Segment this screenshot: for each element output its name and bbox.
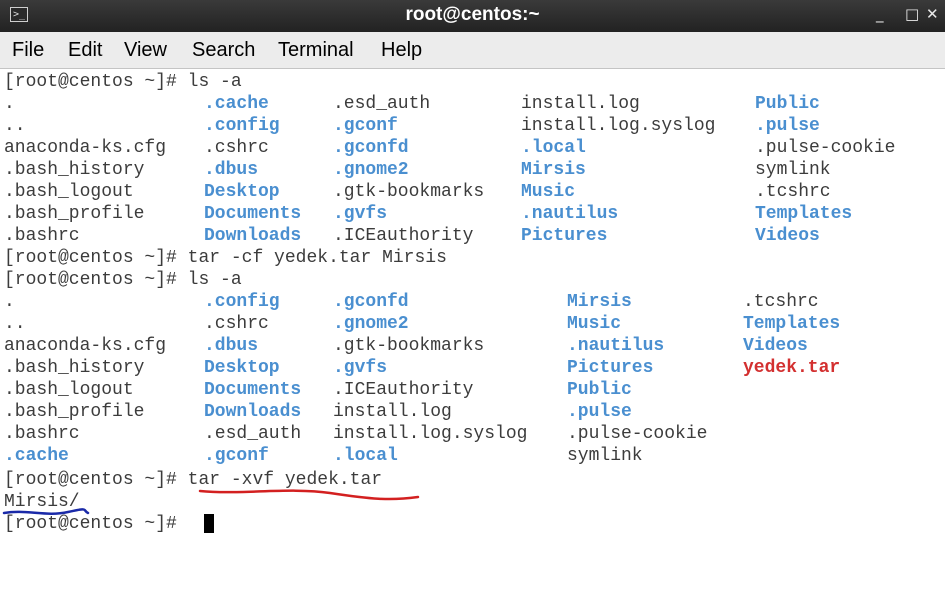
directory-entry: Music [567,314,622,334]
file-entry: symlink [755,160,831,180]
directory-entry: Desktop [204,358,280,378]
file-entry: .bash_logout [4,182,134,202]
terminal-window: >_ root@centos:~ _ □ ✕ File Edit View Se… [0,0,945,610]
file-entry: .bash_profile [4,204,145,224]
directory-entry: .gconf [333,116,398,136]
directory-entry: .pulse [755,116,820,136]
file-entry: . [4,292,15,312]
directory-entry: Documents [204,204,302,224]
directory-entry: .config [204,292,280,312]
directory-entry: .cache [4,446,69,466]
title-bar: >_ root@centos:~ _ □ ✕ [0,0,945,32]
terminal-output[interactable]: [root@centos ~]# ls -a . .cache .esd_aut… [0,69,945,610]
menu-bar: File Edit View Search Terminal Help [0,32,945,69]
file-entry: .bash_history [4,358,145,378]
directory-entry: Downloads [204,226,302,246]
directory-entry: Public [755,94,820,114]
file-entry: anaconda-ks.cfg [4,138,167,158]
directory-entry: .gnome2 [333,314,409,334]
file-entry: .bashrc [4,424,80,444]
menu-terminal[interactable]: Terminal [278,39,354,62]
minimize-button[interactable]: _ [876,5,884,23]
file-entry: .cshrc [204,138,269,158]
directory-entry: .pulse [567,402,632,422]
file-entry: .bashrc [4,226,80,246]
directory-entry: .local [333,446,398,466]
command-line: [root@centos ~]# tar -cf yedek.tar Mirsi… [4,248,447,268]
close-button[interactable]: ✕ [926,5,939,23]
command-line: [root@centos ~]# ls -a [4,270,242,290]
directory-entry: Mirsis [521,160,586,180]
file-entry: .cshrc [204,314,269,334]
file-entry: .bash_history [4,160,145,180]
directory-entry: Videos [755,226,820,246]
directory-entry: Templates [743,314,841,334]
file-entry: .. [4,314,26,334]
directory-entry: .gconfd [333,292,409,312]
menu-edit[interactable]: Edit [68,39,102,62]
file-entry: symlink [567,446,643,466]
directory-entry: .gconfd [333,138,409,158]
red-underline-annotation [198,489,420,501]
directory-entry: Desktop [204,182,280,202]
directory-entry: Pictures [567,358,654,378]
file-entry: .pulse-cookie [755,138,896,158]
file-entry: .ICEauthority [333,380,474,400]
file-entry: anaconda-ks.cfg [4,336,167,356]
directory-entry: .config [204,116,280,136]
file-entry: install.log [521,94,640,114]
directory-entry: .gvfs [333,204,388,224]
archive-entry: yedek.tar [743,358,841,378]
directory-entry: .cache [204,94,269,114]
extract-output: Mirsis/ [4,492,80,512]
directory-entry: Music [521,182,576,202]
file-entry: .esd_auth [204,424,302,444]
maximize-button[interactable]: □ [905,5,919,23]
menu-file[interactable]: File [12,39,44,62]
directory-entry: .local [521,138,586,158]
directory-entry: Documents [204,380,302,400]
directory-entry: .nautilus [521,204,619,224]
command-line: [root@centos ~]# ls -a [4,72,242,92]
command-line: [root@centos ~]# [4,514,177,534]
directory-entry: Templates [755,204,853,224]
file-entry: .pulse-cookie [567,424,708,444]
file-entry: install.log.syslog [521,116,716,136]
directory-entry: .dbus [204,160,259,180]
window-title: root@centos:~ [405,4,540,25]
menu-help[interactable]: Help [381,39,422,62]
file-entry: . [4,94,15,114]
directory-entry: .dbus [204,336,259,356]
file-entry: .esd_auth [333,94,431,114]
file-entry: .. [4,116,26,136]
directory-entry: Videos [743,336,808,356]
directory-entry: .gnome2 [333,160,409,180]
file-entry: .ICEauthority [333,226,474,246]
directory-entry: Downloads [204,402,302,422]
file-entry: .gtk-bookmarks [333,182,485,202]
file-entry: .tcshrc [743,292,819,312]
menu-view[interactable]: View [124,39,167,62]
directory-entry: Pictures [521,226,608,246]
file-entry: .bash_logout [4,380,134,400]
directory-entry: Public [567,380,632,400]
file-entry: .bash_profile [4,402,145,422]
directory-entry: .gvfs [333,358,388,378]
file-entry: .gtk-bookmarks [333,336,485,356]
file-entry: install.log [333,402,452,422]
command-line: [root@centos ~]# tar -xvf yedek.tar [4,470,383,490]
file-entry: install.log.syslog [333,424,528,444]
menu-search[interactable]: Search [192,39,255,62]
text-cursor [204,514,214,533]
file-entry: .tcshrc [755,182,831,202]
directory-entry: .gconf [204,446,269,466]
directory-entry: .nautilus [567,336,665,356]
directory-entry: Mirsis [567,292,632,312]
